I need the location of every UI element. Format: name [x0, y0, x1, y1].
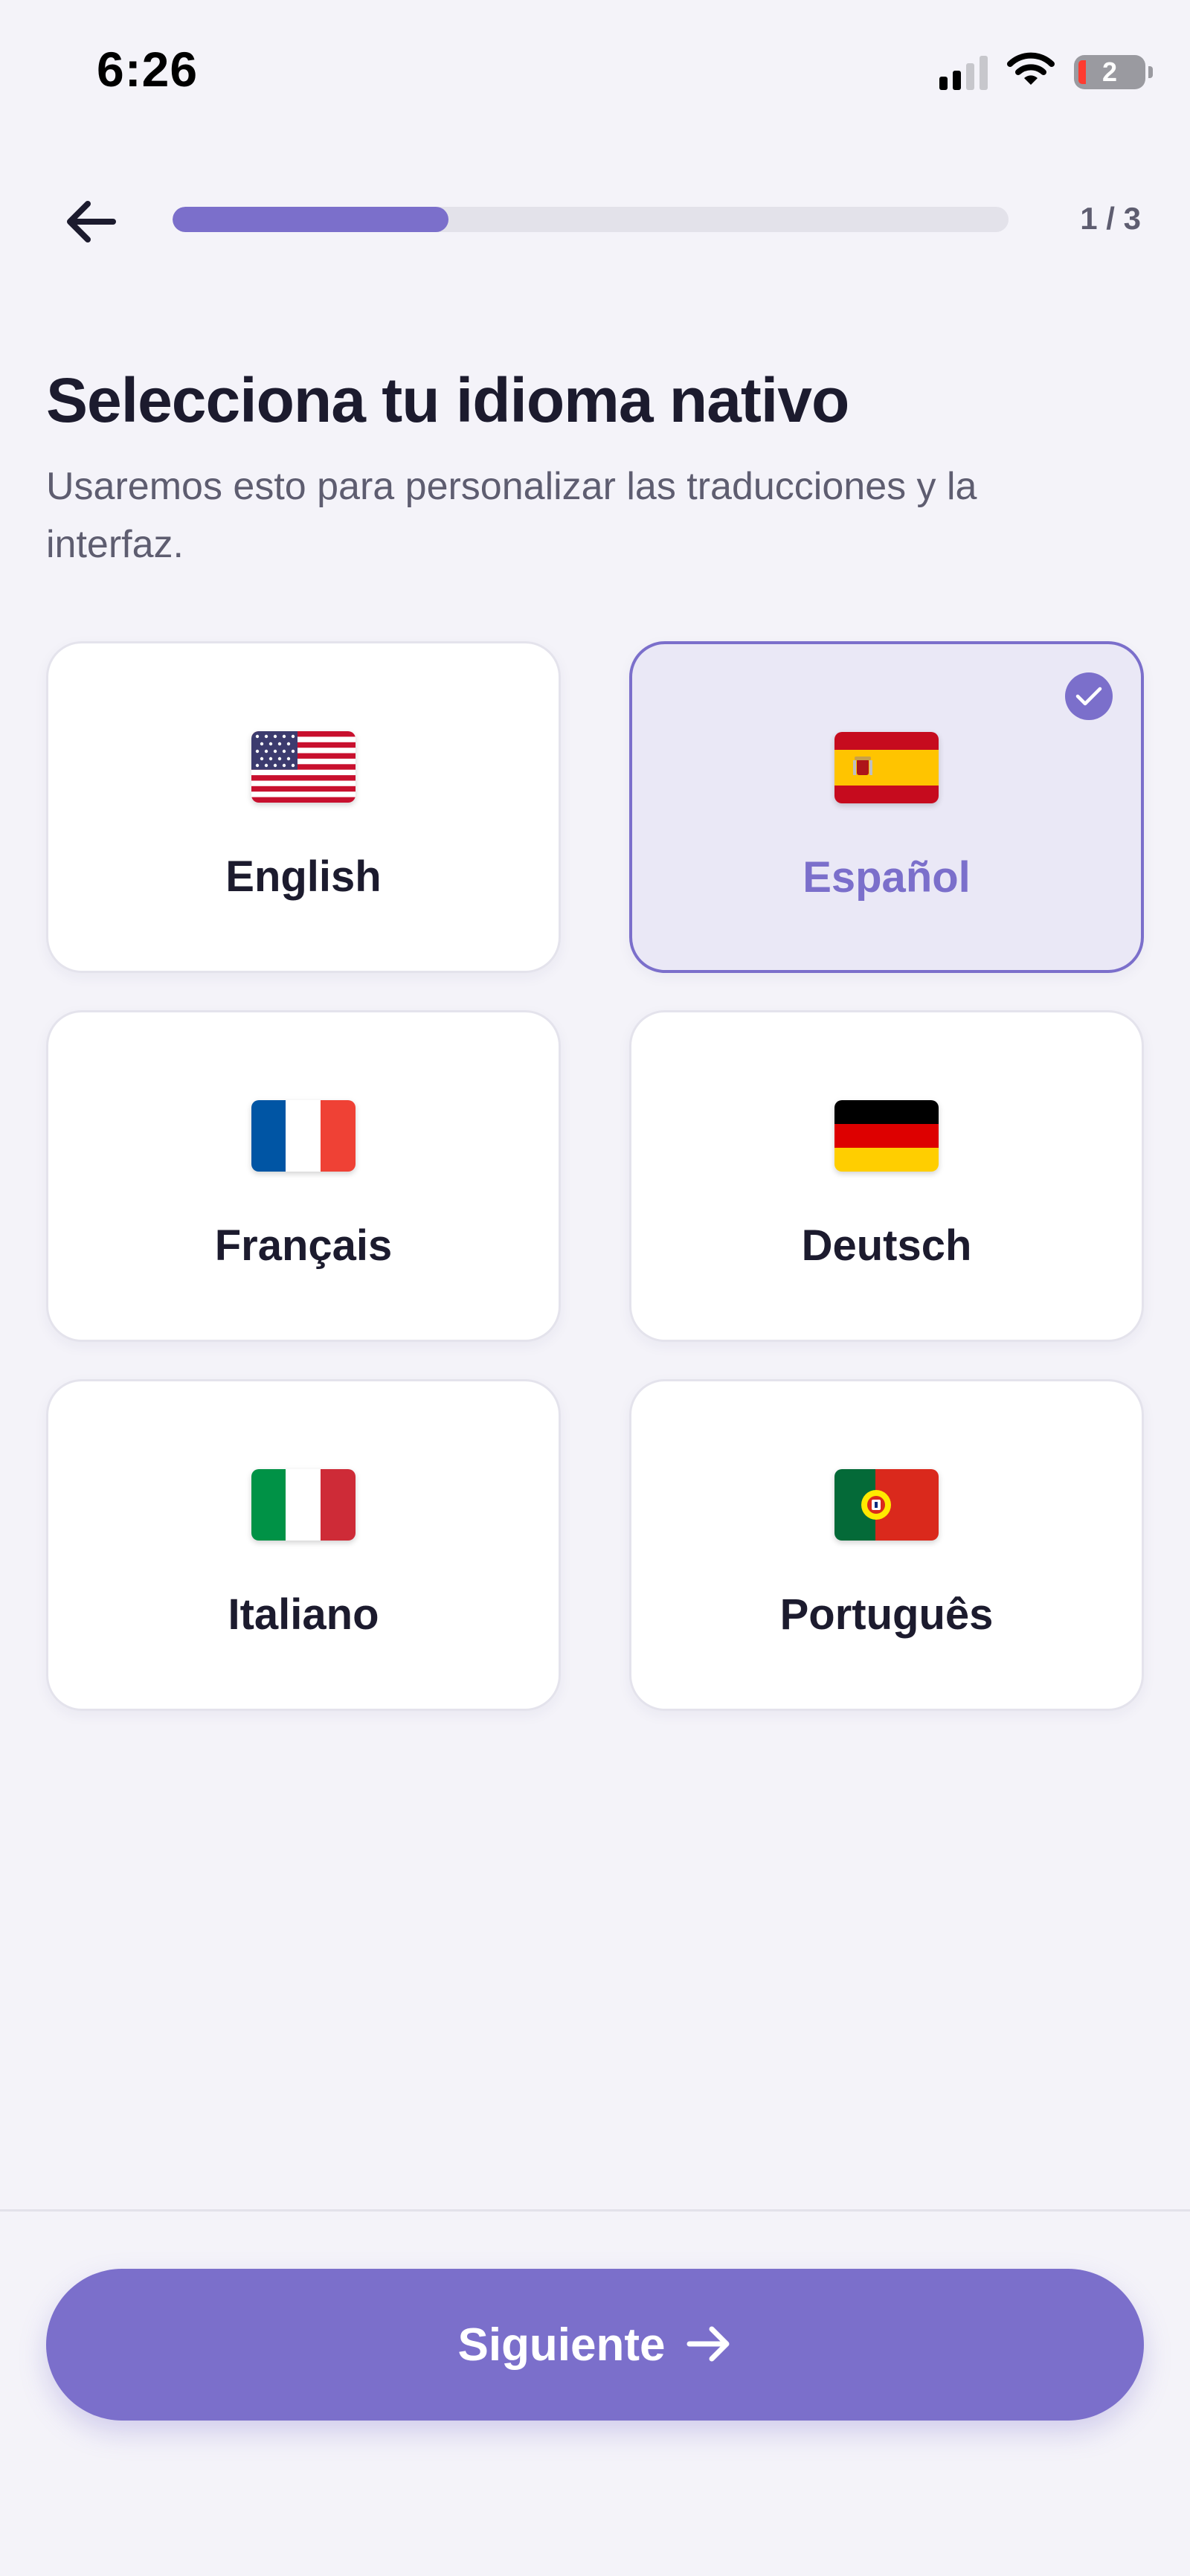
page-subtitle: Usaremos esto para personalizar las trad…: [46, 465, 977, 566]
arrow-left-icon: [62, 198, 119, 249]
language-label: English: [225, 852, 382, 901]
language-card-deutsch[interactable]: Deutsch: [629, 1010, 1144, 1342]
footer-divider: [0, 2209, 1190, 2212]
language-label: Deutsch: [801, 1221, 972, 1270]
page-title: Selecciona tu idioma nativo: [46, 365, 849, 435]
back-button[interactable]: [54, 186, 128, 260]
language-card-portugues[interactable]: Português: [629, 1379, 1144, 1711]
language-label: Português: [779, 1590, 994, 1639]
onboarding-header: 1 / 3: [0, 171, 1190, 268]
onboarding-screen: 6:26 2 1 / 3 Selecciona tu idioma nativo…: [0, 0, 1190, 2576]
it-flag-icon: [251, 1469, 356, 1541]
arrow-right-icon: [685, 2325, 733, 2365]
language-card-espanol[interactable]: Español: [629, 641, 1144, 973]
next-button-label: Siguiente: [457, 2319, 666, 2371]
language-card-italiano[interactable]: Italiano: [46, 1379, 561, 1711]
status-bar: 6:26 2: [0, 0, 1190, 141]
wifi-icon: [1007, 52, 1055, 91]
language-label: Français: [214, 1221, 393, 1270]
cellular-signal-icon: [939, 54, 988, 90]
battery-icon: 2: [1074, 54, 1153, 89]
language-label: Español: [803, 853, 971, 902]
check-icon: [1065, 672, 1113, 720]
us-flag-icon: [251, 731, 356, 803]
status-time: 6:26: [97, 42, 199, 97]
step-counter: 1 / 3: [1080, 201, 1141, 236]
language-label: Italiano: [228, 1590, 379, 1639]
status-icons: 2: [939, 52, 1153, 91]
language-card-english[interactable]: English: [46, 641, 561, 973]
language-card-francais[interactable]: Français: [46, 1010, 561, 1342]
pt-flag-icon: [834, 1469, 939, 1541]
progress-bar: [173, 207, 1009, 232]
progress-fill: [173, 207, 448, 232]
de-flag-icon: [834, 1100, 939, 1172]
next-button[interactable]: Siguiente: [46, 2269, 1144, 2421]
language-grid: English Español Français Deutsch Italian…: [46, 641, 1144, 1711]
fr-flag-icon: [251, 1100, 356, 1172]
es-flag-icon: [834, 732, 939, 803]
